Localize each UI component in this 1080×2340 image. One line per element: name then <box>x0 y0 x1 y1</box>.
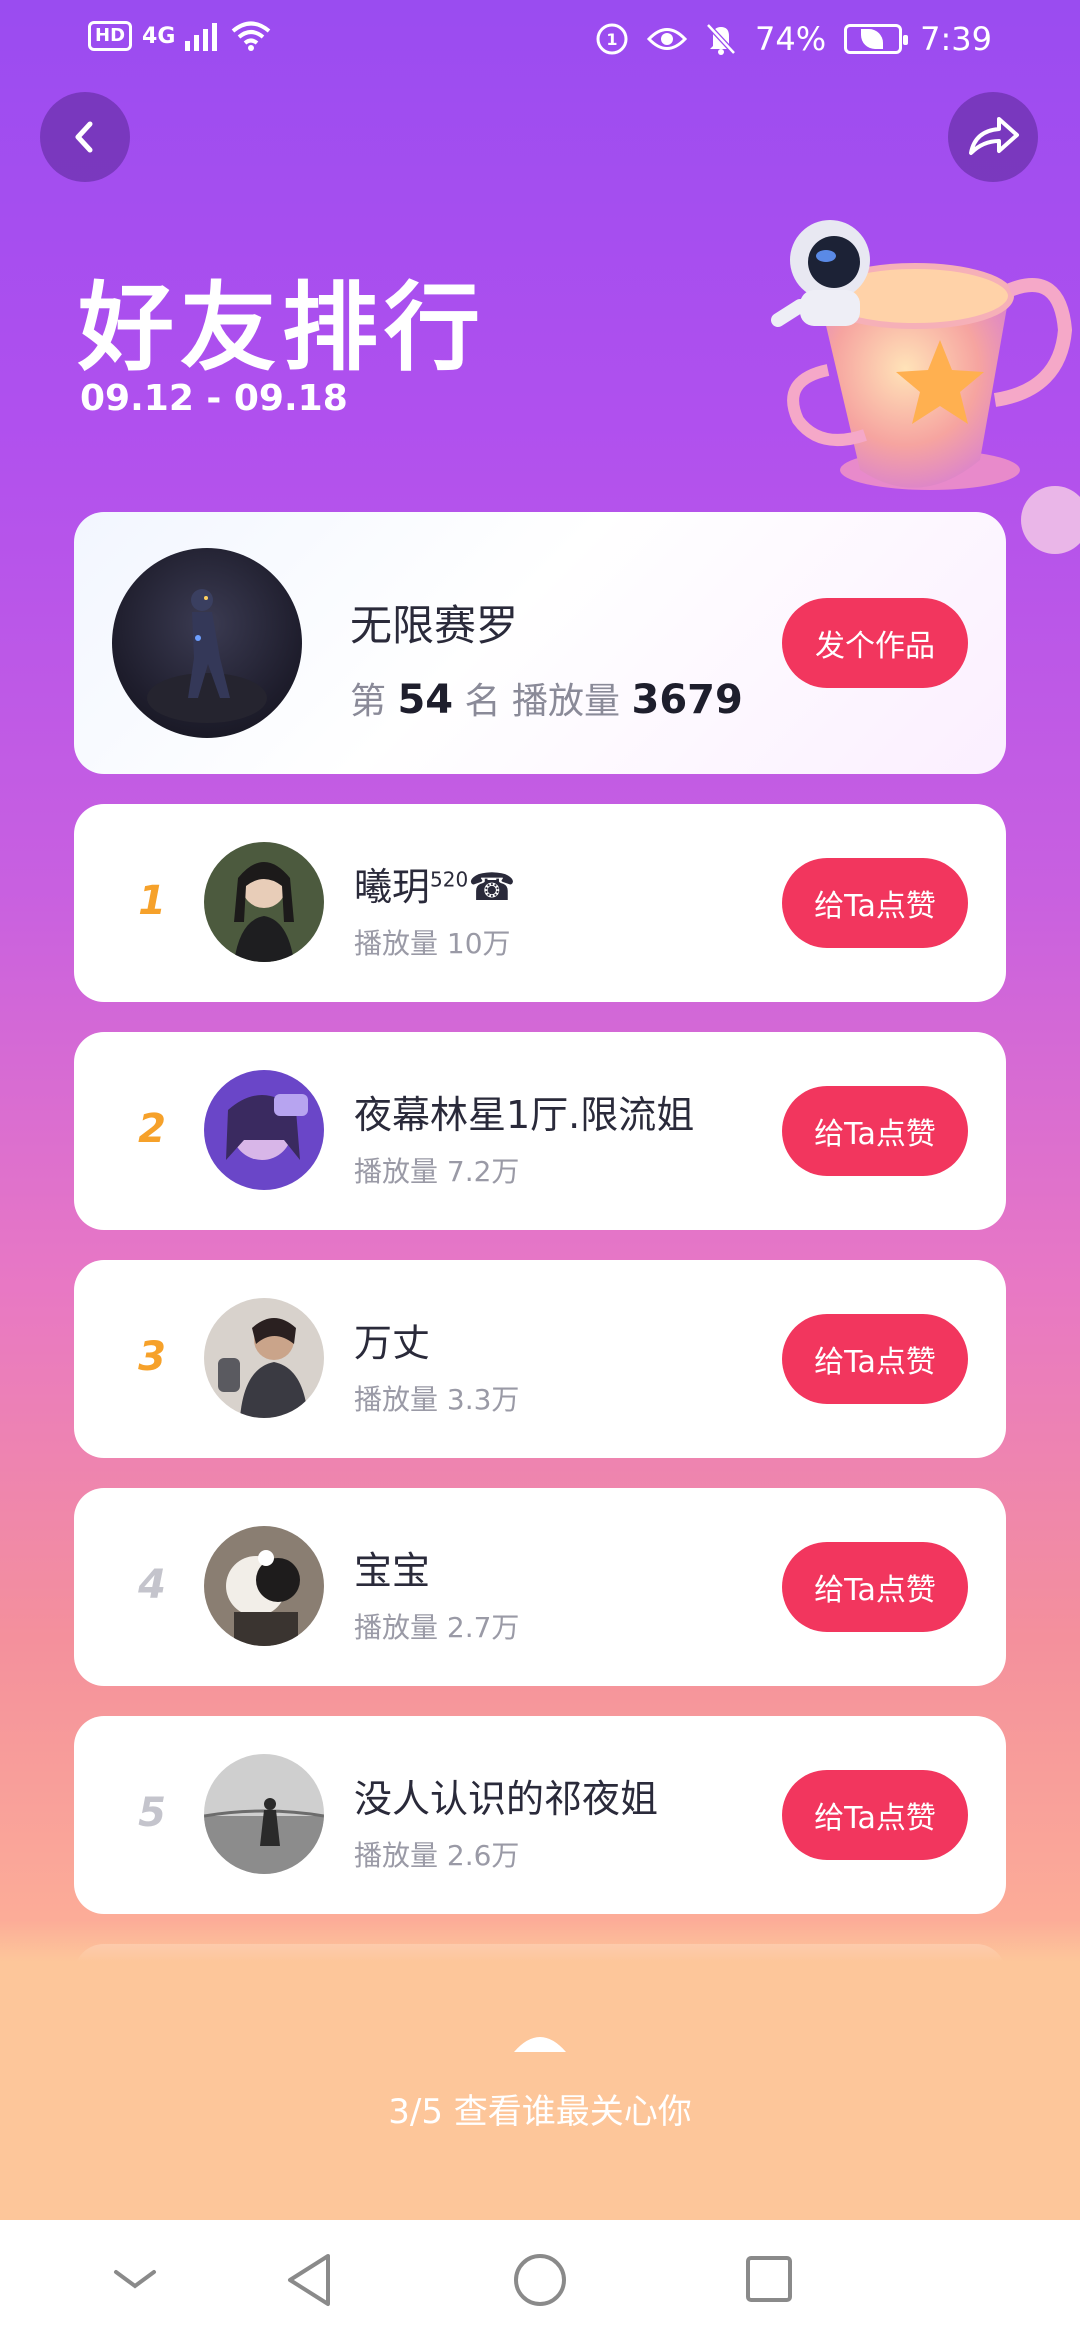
friend-name: 夜幕林星1厅.限流姐 <box>354 1093 695 1137</box>
avatar-photo-image <box>204 1754 324 1874</box>
battery-percent: 74% <box>755 20 827 58</box>
hd-icon: HD <box>88 21 133 51</box>
mute-bell-icon <box>706 23 736 55</box>
rank-number: 1 <box>138 878 166 924</box>
rank-card[interactable]: 3 万丈 播放量 3.3万 给Ta点赞 <box>74 1260 1006 1458</box>
share-button[interactable] <box>948 92 1038 182</box>
share-arrow-icon <box>969 117 1019 155</box>
battery-icon <box>844 24 909 54</box>
friend-name: 曦玥520☎ <box>354 856 516 911</box>
rank-suffix: 名 播放量 <box>464 681 621 722</box>
date-range: 09.12 - 09.18 <box>80 378 348 419</box>
friend-avatar[interactable] <box>204 1526 324 1646</box>
rank-card[interactable]: 1 曦玥520☎ 播放量 10万 给Ta点赞 <box>74 804 1006 1002</box>
my-rank-number: 54 <box>397 677 454 723</box>
friend-play-count: 播放量 2.6万 <box>354 1839 520 1872</box>
like-button[interactable]: 给Ta点赞 <box>782 858 968 948</box>
avatar-photo-image <box>204 1526 324 1646</box>
page-title: 好友排行 <box>78 272 486 384</box>
status-left: HD 4G <box>88 20 271 52</box>
data-saver-icon: 1 <box>596 23 628 55</box>
svg-text:1: 1 <box>606 30 617 49</box>
friend-avatar[interactable] <box>204 842 324 962</box>
friend-name: 没人认识的祁夜姐 <box>354 1777 659 1821</box>
rank-number: 2 <box>138 1106 166 1152</box>
home-circle-icon[interactable] <box>510 2250 570 2310</box>
system-navigation-bar <box>0 2220 1080 2340</box>
friend-play-count: 播放量 7.2万 <box>354 1155 520 1188</box>
back-triangle-icon[interactable] <box>284 2250 334 2310</box>
rank-card[interactable]: 2 夜幕林星1厅.限流姐 播放量 7.2万 给Ta点赞 <box>74 1032 1006 1230</box>
friend-name-text: 曦玥 <box>354 865 431 909</box>
signal-icon <box>185 23 218 51</box>
like-button[interactable]: 给Ta点赞 <box>782 1314 968 1404</box>
collapse-chevron-icon[interactable] <box>112 2250 158 2310</box>
friend-name: 万丈 <box>354 1321 431 1365</box>
rank-number: 4 <box>138 1562 166 1608</box>
chevron-left-icon <box>75 121 93 153</box>
rank-card[interactable]: 5 没人认识的祁夜姐 播放量 2.6万 给Ta点赞 <box>74 1716 1006 1914</box>
friend-play-count: 播放量 3.3万 <box>354 1383 520 1416</box>
wifi-icon <box>232 21 271 51</box>
clock: 7:39 <box>920 20 992 58</box>
network-type: 4G <box>142 23 176 49</box>
friend-name: 宝宝 <box>354 1549 431 1593</box>
friend-name-sup: 520 <box>430 867 469 892</box>
friend-avatar[interactable] <box>204 1298 324 1418</box>
phone-icon: ☎ <box>468 865 516 909</box>
friend-avatar[interactable] <box>204 1070 324 1190</box>
bottom-panel <box>0 1920 1080 2220</box>
back-button[interactable] <box>40 92 130 182</box>
like-button[interactable]: 给Ta点赞 <box>782 1542 968 1632</box>
friend-avatar[interactable] <box>204 1754 324 1874</box>
status-right: 1 74% 7:39 <box>595 20 992 58</box>
eye-icon <box>647 28 688 50</box>
post-work-button[interactable]: 发个作品 <box>782 598 968 688</box>
avatar-photo-image <box>204 1298 324 1418</box>
like-button[interactable]: 给Ta点赞 <box>782 1770 968 1860</box>
my-rank-card: 无限赛罗 第 54 名 播放量 3679 发个作品 <box>74 512 1006 774</box>
my-name: 无限赛罗 <box>350 601 519 650</box>
rank-number: 5 <box>138 1790 166 1836</box>
avatar-photo-image <box>204 842 324 962</box>
friend-play-count: 播放量 2.7万 <box>354 1611 520 1644</box>
friend-play-count: 播放量 10万 <box>354 927 511 960</box>
avatar-photo-image <box>204 1070 324 1190</box>
view-who-cares-link[interactable]: 3/5 查看谁最关心你 <box>0 2084 1080 2133</box>
rank-number: 3 <box>138 1334 166 1380</box>
my-rank-stat: 第 54 名 播放量 3679 <box>350 672 743 724</box>
avatar-figure-image <box>147 589 267 723</box>
chevron-up-icon[interactable] <box>510 2020 570 2056</box>
rank-card[interactable]: 4 宝宝 播放量 2.7万 给Ta点赞 <box>74 1488 1006 1686</box>
rank-prefix: 第 <box>350 681 387 722</box>
like-button[interactable]: 给Ta点赞 <box>782 1086 968 1176</box>
status-bar: HD 4G 1 74% 7:39 <box>0 0 1080 80</box>
my-play-count: 3679 <box>631 677 743 723</box>
recents-square-icon[interactable] <box>744 2250 794 2310</box>
my-avatar[interactable] <box>112 548 302 738</box>
